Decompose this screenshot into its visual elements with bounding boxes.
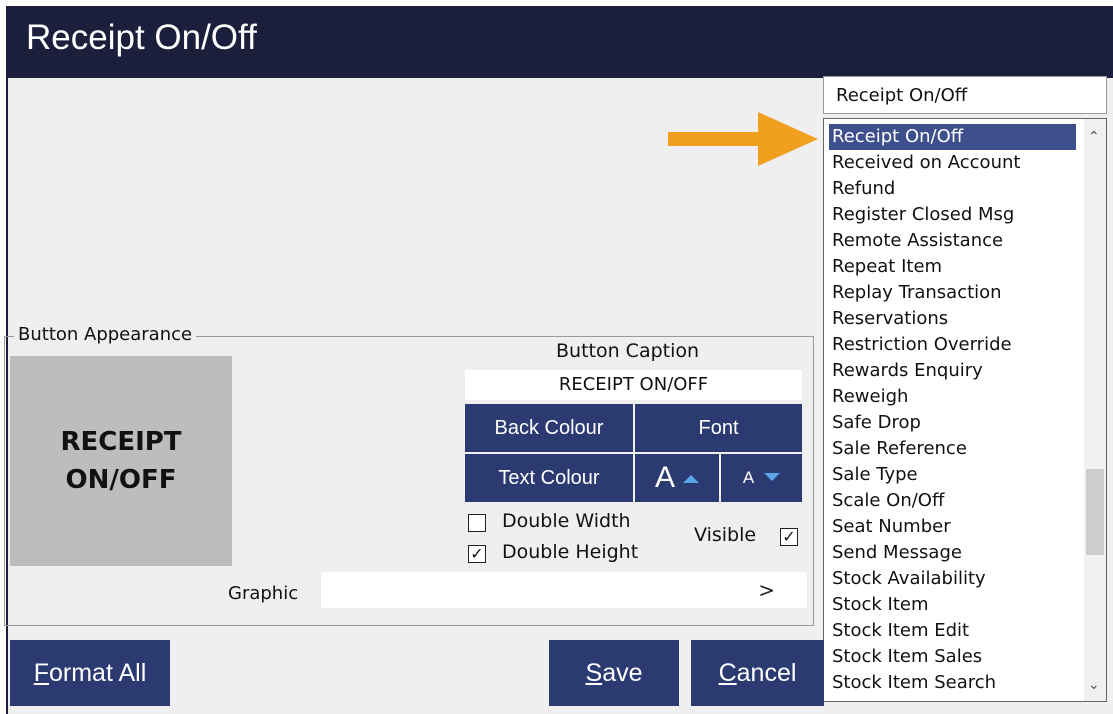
cancel-label: ancel — [736, 658, 797, 687]
list-item[interactable]: Stock Item Sales — [829, 644, 1082, 670]
visible-label: Visible — [694, 524, 757, 546]
graphic-label: Graphic — [228, 583, 299, 604]
list-item[interactable]: Sale Reference — [829, 436, 1082, 462]
annotation-arrow-icon — [668, 112, 818, 166]
list-item[interactable]: Restriction Override — [829, 332, 1082, 358]
list-item[interactable]: Remote Assistance — [829, 228, 1082, 254]
save-button[interactable]: Save — [549, 640, 679, 706]
list-item[interactable]: Scale On/Off — [829, 488, 1082, 514]
list-item[interactable]: Stock Availability — [829, 566, 1082, 592]
title-bar: Receipt On/Off — [8, 8, 1113, 78]
back-colour-button[interactable]: Back Colour — [465, 404, 633, 452]
button-caption-input[interactable]: RECEIPT ON/OFF — [465, 370, 802, 400]
font-increase-glyph: A — [654, 461, 675, 494]
graphic-input[interactable]: > — [321, 572, 807, 608]
double-height-label: Double Height — [502, 541, 639, 563]
function-dropdown-selected[interactable]: Receipt On/Off — [823, 76, 1107, 114]
caret-up-icon — [683, 475, 699, 483]
button-appearance-label: Button Appearance — [14, 324, 197, 345]
scroll-down-icon[interactable]: ⌄ — [1088, 677, 1100, 693]
format-all-button[interactable]: Format All — [10, 640, 170, 706]
graphic-browse-icon[interactable]: > — [758, 578, 775, 602]
list-item-receipt-on-off[interactable]: Receipt On/Off — [829, 124, 1076, 150]
visible-checkbox[interactable]: ✓ — [780, 528, 798, 546]
caret-down-icon — [764, 473, 781, 481]
format-all-mnemonic: F — [33, 658, 49, 687]
list-item[interactable]: Refund — [829, 176, 1082, 202]
button-preview-text: RECEIPT ON/OFF — [60, 427, 182, 495]
list-item[interactable]: Reweigh — [829, 384, 1082, 410]
scrollbar-thumb[interactable] — [1086, 469, 1104, 555]
double-width-label: Double Width — [502, 510, 631, 532]
text-colour-button[interactable]: Text Colour — [465, 454, 633, 502]
list-item[interactable]: Received on Account — [829, 150, 1082, 176]
button-preview: RECEIPT ON/OFF — [10, 356, 232, 566]
font-size-increase-button[interactable]: A — [635, 454, 719, 502]
format-all-label: ormat All — [49, 658, 147, 687]
list-item[interactable]: Reservations — [829, 306, 1082, 332]
double-height-checkbox[interactable]: ✓ — [468, 545, 486, 563]
list-item[interactable]: Sale Type — [829, 462, 1082, 488]
list-item[interactable]: Send Message — [829, 540, 1082, 566]
window-title: Receipt On/Off — [26, 18, 257, 57]
list-item[interactable]: Stock Item Edit — [829, 618, 1082, 644]
cancel-mnemonic: C — [718, 658, 737, 687]
font-decrease-glyph: A — [742, 468, 755, 487]
font-size-decrease-button[interactable]: A — [721, 454, 802, 502]
list-item[interactable]: Seat Number — [829, 514, 1082, 540]
save-mnemonic: S — [585, 658, 603, 687]
list-item[interactable]: Replay Transaction — [829, 280, 1082, 306]
double-width-checkbox[interactable] — [468, 514, 486, 532]
button-caption-label: Button Caption — [556, 340, 700, 362]
list-item[interactable]: Safe Drop — [829, 410, 1082, 436]
list-item[interactable]: Register Closed Msg — [829, 202, 1082, 228]
list-item[interactable]: Stock Item — [829, 592, 1082, 618]
list-item[interactable]: Repeat Item — [829, 254, 1082, 280]
cancel-button[interactable]: Cancel — [691, 640, 824, 706]
list-item[interactable]: Stock Item Search — [829, 670, 1082, 696]
scroll-up-icon[interactable]: ⌃ — [1088, 129, 1100, 145]
save-label: ave — [602, 658, 643, 687]
function-dropdown-list[interactable]: Receipt On/Off Received on Account Refun… — [823, 118, 1107, 702]
font-button[interactable]: Font — [635, 404, 802, 452]
list-item[interactable]: Rewards Enquiry — [829, 358, 1082, 384]
list-scrollbar[interactable]: ⌃ ⌄ — [1084, 119, 1106, 701]
